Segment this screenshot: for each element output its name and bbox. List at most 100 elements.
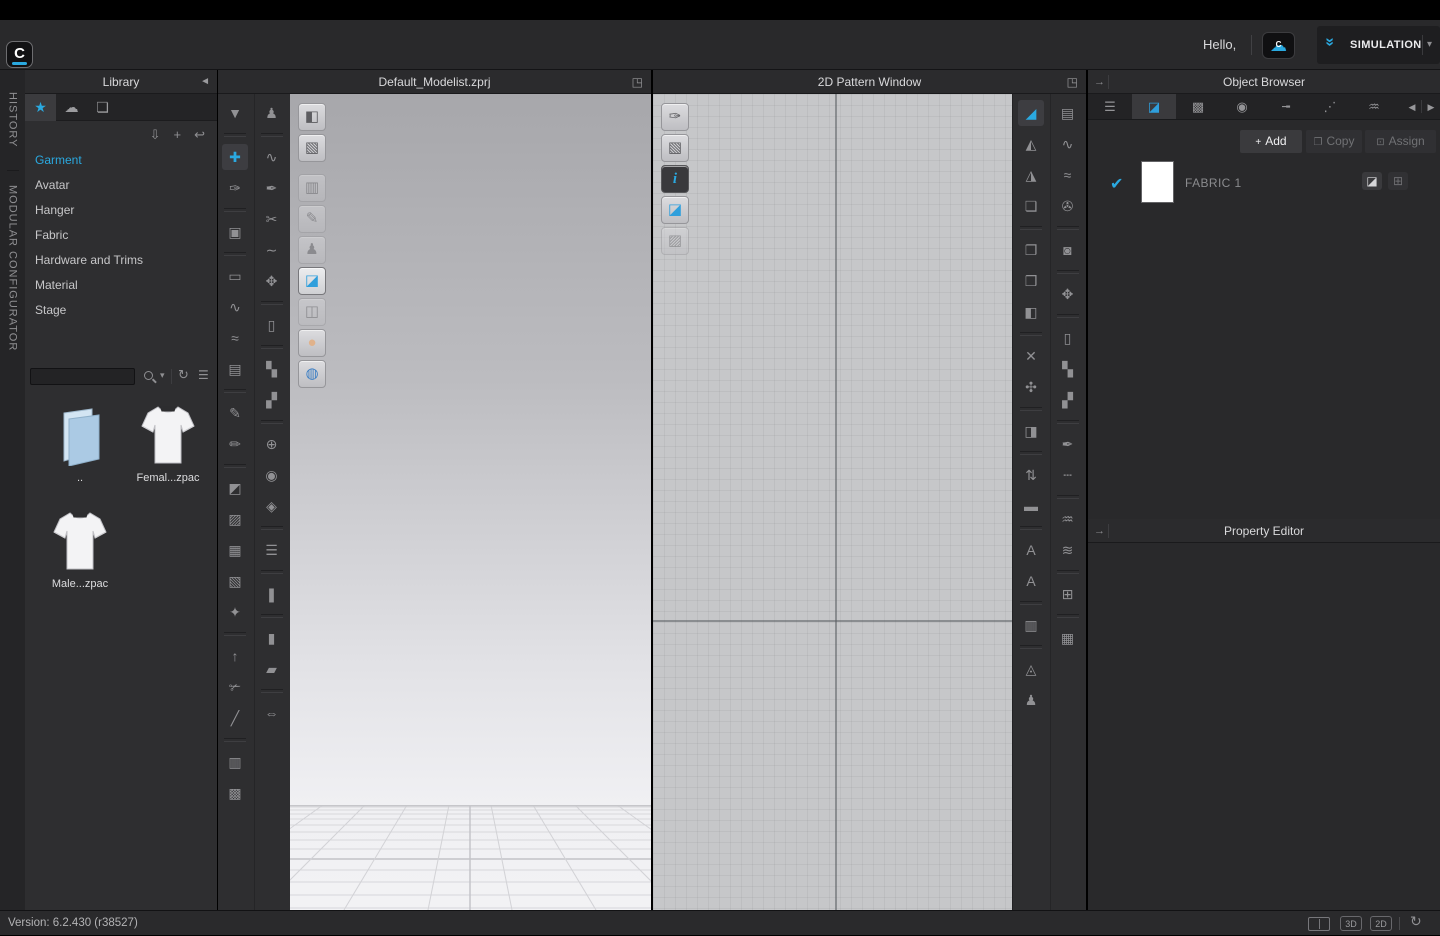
view-3d-button[interactable]: 3D <box>1340 916 1362 931</box>
grade-garment-icon[interactable]: ▩ <box>222 780 248 806</box>
edit-measure-icon[interactable]: ⇅ <box>1018 462 1044 488</box>
texture-pattern-icon[interactable]: ▚ <box>1055 356 1081 382</box>
patch-icon[interactable]: ⊞ <box>1055 581 1081 607</box>
refresh-icon[interactable]: ↻ <box>178 367 189 383</box>
show-pin-icon[interactable]: ✎ <box>298 205 326 233</box>
tab-graphic[interactable]: ▩ <box>1176 94 1220 119</box>
swatch-icon[interactable]: ▮ <box>259 625 285 651</box>
library-category[interactable]: Material <box>35 273 143 298</box>
tab-puckering[interactable]: ♒ <box>1352 94 1396 119</box>
search-options-caret-icon[interactable]: ▾ <box>160 370 165 381</box>
seam-taping-icon[interactable]: ✒ <box>1055 431 1081 457</box>
split-view-icon[interactable] <box>1308 917 1330 931</box>
show-sketch-icon[interactable]: ✑ <box>661 103 689 131</box>
fabric-roll-icon[interactable]: ❚ <box>259 581 285 607</box>
steam-iron-icon[interactable]: ◙ <box>1055 237 1081 263</box>
add-point-icon[interactable]: ❏ <box>1018 193 1044 219</box>
library-category[interactable]: Fabric <box>35 223 143 248</box>
refresh-icon[interactable]: ↻ <box>1410 913 1422 930</box>
buttonhole-lock-icon[interactable]: ◈ <box>259 493 285 519</box>
dock-panel-icon[interactable]: ◄ <box>200 70 210 94</box>
back-icon[interactable]: ↩ <box>194 127 205 143</box>
select-move-icon[interactable]: ✚ <box>222 144 248 170</box>
lock-pattern-icon[interactable]: ▨ <box>661 227 689 255</box>
cut-and-sew-icon[interactable]: ◬ <box>1018 656 1044 682</box>
tack-on-avatar-icon[interactable]: ✏ <box>222 431 248 457</box>
show-fit-map-icon[interactable]: ▥ <box>298 174 326 202</box>
rectangle-pattern-icon[interactable]: ❒ <box>1018 268 1044 294</box>
show-fabric-2d-icon[interactable]: ◪ <box>661 196 689 224</box>
attach-button-icon[interactable]: ⊕ <box>259 431 285 457</box>
library-category[interactable]: Avatar <box>35 173 143 198</box>
add-button[interactable]: +Add <box>1240 130 1302 153</box>
flatten-garment-icon[interactable]: ✥ <box>259 268 285 294</box>
edit-pattern-icon[interactable]: ◭ <box>1018 131 1044 157</box>
tab-scene-list[interactable]: ☰ <box>1088 94 1132 119</box>
tab-favorites[interactable]: ★ <box>25 94 56 121</box>
search-icon[interactable] <box>144 371 153 380</box>
cloud-account-button[interactable]: ☁ C <box>1262 32 1295 59</box>
fabric-swatch[interactable] <box>1141 161 1174 203</box>
tab-fabric[interactable]: ◪ <box>1132 94 1176 119</box>
free-sewing-icon[interactable]: ≈ <box>222 325 248 351</box>
walk-avatar-icon[interactable]: ♟ <box>259 100 285 126</box>
rail-tab-history[interactable]: HISTORY <box>7 88 19 152</box>
file-female-zpac[interactable]: Femal...zpac <box>131 404 205 484</box>
assign-button[interactable]: ⊡Assign <box>1365 130 1436 153</box>
gradient-swatch-icon[interactable]: ▰ <box>259 656 285 682</box>
simulation-caret-icon[interactable]: ▾ <box>1427 26 1432 64</box>
show-avatar-icon[interactable]: ♟ <box>298 236 326 264</box>
file-parent-folder[interactable]: .. <box>43 404 117 484</box>
checker-pattern-icon[interactable]: ▞ <box>1055 387 1081 413</box>
fabric-preview-icon[interactable]: ◪ <box>1362 172 1382 190</box>
library-category[interactable]: Stage <box>35 298 143 323</box>
pleats-icon[interactable]: ▥ <box>1018 612 1044 638</box>
remove-garment-icon[interactable]: ▯ <box>259 312 285 338</box>
tabs-next-icon[interactable]: ▶ <box>1422 94 1440 119</box>
library-category[interactable]: Garment <box>35 148 143 173</box>
checker-shirt-icon[interactable]: ▞ <box>259 387 285 413</box>
text-tool-icon[interactable]: A <box>1018 537 1044 563</box>
button-icon[interactable]: ◉ <box>259 462 285 488</box>
tab-store[interactable]: ❏ <box>87 94 118 121</box>
add-icon[interactable]: + <box>174 127 182 143</box>
elastic-icon[interactable]: ♒ <box>1055 506 1081 532</box>
file-male-zpac[interactable]: Male...zpac <box>43 510 117 590</box>
view-2d-button[interactable]: 2D <box>1370 916 1392 931</box>
transform-pattern-icon[interactable]: ◢ <box>1018 100 1044 126</box>
ruler-icon[interactable]: ╱ <box>222 705 248 731</box>
fabric-add-icon[interactable]: ⊞ <box>1388 172 1408 190</box>
cut-garment-icon[interactable]: ✂ <box>259 206 285 232</box>
pin-icon[interactable]: ✎ <box>222 400 248 426</box>
FABRIC 1[interactable]: ✔ FABRIC 1 ◪ ⊞ <box>1088 158 1440 210</box>
curve-garment-icon[interactable]: ∿ <box>259 144 285 170</box>
simulate-icon[interactable]: ▼ <box>222 100 248 126</box>
bend-garment-icon[interactable]: ∼ <box>259 237 285 263</box>
download-icon[interactable]: ⇩ <box>150 127 161 143</box>
detail-sewing-icon[interactable]: ✇ <box>1055 193 1081 219</box>
lift-garment-icon[interactable]: ↑ <box>222 643 248 669</box>
pattern-information-icon[interactable]: i <box>661 165 689 193</box>
tab-stitch[interactable]: ⋰ <box>1308 94 1352 119</box>
rail-tab-modular-configurator[interactable]: MODULAR CONFIGURATOR <box>7 170 19 355</box>
tab-button[interactable]: ◉ <box>1220 94 1264 119</box>
edit-sewing-icon[interactable]: ▭ <box>222 263 248 289</box>
fit-to-avatar-icon[interactable]: ✦ <box>222 599 248 625</box>
turn-garment-icon[interactable]: ✥ <box>1055 281 1081 307</box>
arrange-jacket-icon[interactable]: ▨ <box>222 506 248 532</box>
popout-icon[interactable]: ◳ <box>1067 70 1078 94</box>
copy-button[interactable]: ❐Copy <box>1306 130 1362 153</box>
sewing-machine-icon[interactable]: ▤ <box>222 356 248 382</box>
fold-pattern-icon[interactable]: ◨ <box>1018 418 1044 444</box>
basting-icon[interactable]: ┄ <box>1055 462 1081 488</box>
zipper-icon[interactable]: ☰ <box>259 537 285 563</box>
measure-garment-icon[interactable]: ▥ <box>222 749 248 775</box>
simulation-mode-button[interactable]: » SIMULATION ▾ <box>1317 26 1440 64</box>
ruler-2d-icon[interactable]: ▬ <box>1018 493 1044 519</box>
tape-measure-icon[interactable]: ✃ <box>222 674 248 700</box>
segment-sewing-2d-icon[interactable]: ∿ <box>1055 131 1081 157</box>
arrange-pair-icon[interactable]: ▦ <box>222 537 248 563</box>
shirring-icon[interactable]: ≋ <box>1055 537 1081 563</box>
edit-curvature-icon[interactable]: ◮ <box>1018 162 1044 188</box>
show-3d-box-icon[interactable]: ◧ <box>298 103 326 131</box>
